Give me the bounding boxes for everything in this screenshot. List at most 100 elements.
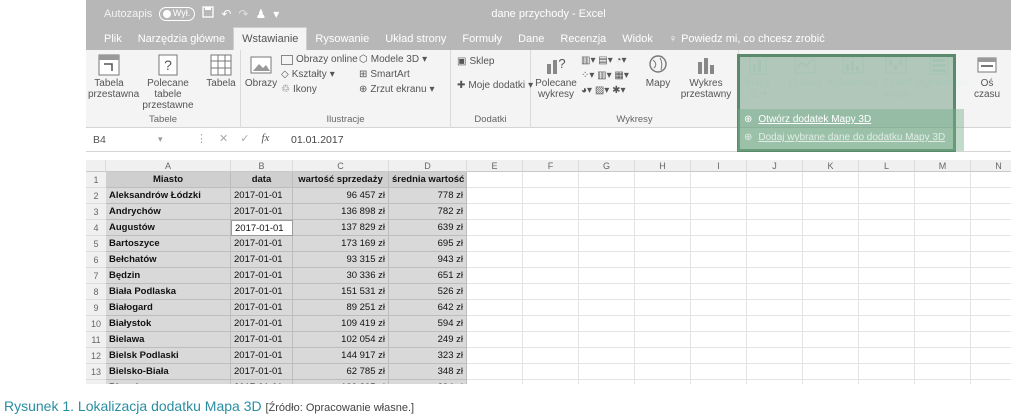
empty-cell[interactable] [859, 268, 915, 284]
table-cell[interactable]: 62 785 zł [293, 364, 389, 380]
empty-cell[interactable] [691, 348, 747, 364]
online-pictures-button[interactable]: Obrazy online [281, 54, 358, 65]
table-cell[interactable]: 639 zł [389, 220, 467, 236]
tab-insert[interactable]: Wstawianie [233, 27, 308, 50]
empty-cell[interactable] [635, 220, 691, 236]
empty-cell[interactable] [523, 380, 579, 384]
tab-draw[interactable]: Rysowanie [307, 33, 377, 50]
table-cell[interactable]: 2017-01-01 [231, 252, 293, 268]
empty-cell[interactable] [915, 364, 971, 380]
empty-cell[interactable] [523, 172, 579, 188]
row-header[interactable]: 12 [86, 348, 106, 364]
empty-cell[interactable] [859, 316, 915, 332]
empty-cell[interactable] [579, 380, 635, 384]
table-cell[interactable]: 2017-01-01 [231, 348, 293, 364]
header-cell[interactable]: data [231, 172, 293, 188]
empty-cell[interactable] [691, 364, 747, 380]
empty-cell[interactable] [579, 316, 635, 332]
row-header[interactable]: 14 [86, 380, 106, 384]
column-chart-button[interactable]: ▥▾ ▤▾ ◔▾ [581, 55, 627, 66]
empty-cell[interactable] [915, 300, 971, 316]
column-header-c[interactable]: C [293, 160, 389, 172]
empty-cell[interactable] [691, 284, 747, 300]
empty-cell[interactable] [691, 268, 747, 284]
table-cell[interactable]: 102 054 zł [293, 332, 389, 348]
table-cell[interactable]: Bełchatów [106, 252, 231, 268]
empty-cell[interactable] [467, 332, 523, 348]
empty-cell[interactable] [467, 220, 523, 236]
table-cell[interactable]: Bielsk Podlaski [106, 348, 231, 364]
empty-cell[interactable] [803, 236, 859, 252]
pie-chart-button[interactable]: ◕▾ ▨▾ ✱▾ [581, 85, 625, 96]
column-header-a[interactable]: A [106, 160, 231, 172]
table-cell[interactable]: 137 829 zł [293, 220, 389, 236]
empty-cell[interactable] [915, 252, 971, 268]
header-cell[interactable]: średnia wartość [389, 172, 467, 188]
recommended-pivot-button[interactable]: ? Polecane tabele przestawne [134, 54, 202, 111]
table-cell[interactable]: 93 315 zł [293, 252, 389, 268]
empty-cell[interactable] [579, 348, 635, 364]
empty-cell[interactable] [747, 268, 803, 284]
empty-cell[interactable] [635, 332, 691, 348]
empty-cell[interactable] [523, 236, 579, 252]
table-cell[interactable]: Bielsko-Biała [106, 364, 231, 380]
table-cell[interactable]: 2017-01-01 [231, 380, 293, 384]
column-header-e[interactable]: E [467, 160, 523, 172]
table-cell[interactable]: 173 169 zł [293, 236, 389, 252]
empty-cell[interactable] [747, 348, 803, 364]
table-cell[interactable]: 526 zł [389, 284, 467, 300]
empty-cell[interactable] [635, 316, 691, 332]
column-header-j[interactable]: J [747, 160, 803, 172]
empty-cell[interactable] [859, 204, 915, 220]
column-header-n[interactable]: N [971, 160, 1011, 172]
empty-cell[interactable] [579, 172, 635, 188]
table-cell[interactable]: 249 zł [389, 332, 467, 348]
empty-cell[interactable] [691, 252, 747, 268]
column-header-k[interactable]: K [803, 160, 859, 172]
empty-cell[interactable] [803, 188, 859, 204]
empty-cell[interactable] [859, 172, 915, 188]
empty-cell[interactable] [915, 204, 971, 220]
recommended-charts-button[interactable]: ? Polecane wykresy [535, 54, 577, 100]
empty-cell[interactable] [915, 348, 971, 364]
table-cell[interactable]: 323 zł [389, 348, 467, 364]
tab-view[interactable]: Widok [614, 33, 661, 50]
store-button[interactable]: ▣ Sklep [457, 56, 494, 67]
table-cell[interactable]: Aleksandrów Łódzki [106, 188, 231, 204]
empty-cell[interactable] [523, 284, 579, 300]
table-cell[interactable]: Bartoszyce [106, 236, 231, 252]
empty-cell[interactable] [803, 172, 859, 188]
column-header-l[interactable]: L [859, 160, 915, 172]
tell-me-search[interactable]: ♀ Powiedz mi, co chcesz zrobić [661, 33, 833, 50]
empty-cell[interactable] [635, 284, 691, 300]
smartart-button[interactable]: ⊞ SmartArt [359, 69, 410, 80]
table-cell[interactable]: Augustów [106, 220, 231, 236]
row-header[interactable]: 1 [86, 172, 106, 188]
empty-cell[interactable] [523, 204, 579, 220]
empty-cell[interactable] [523, 220, 579, 236]
empty-cell[interactable] [915, 316, 971, 332]
empty-cell[interactable] [971, 364, 1011, 380]
empty-cell[interactable] [691, 204, 747, 220]
empty-cell[interactable] [747, 316, 803, 332]
empty-cell[interactable] [747, 284, 803, 300]
row-header[interactable]: 11 [86, 332, 106, 348]
empty-cell[interactable] [859, 252, 915, 268]
table-cell[interactable]: Białogard [106, 300, 231, 316]
header-cell[interactable]: Miasto [106, 172, 231, 188]
empty-cell[interactable] [635, 268, 691, 284]
row-header[interactable]: 6 [86, 252, 106, 268]
empty-cell[interactable] [971, 268, 1011, 284]
empty-cell[interactable] [747, 236, 803, 252]
table-cell[interactable]: 2017-01-01 [231, 300, 293, 316]
row-header[interactable]: 10 [86, 316, 106, 332]
table-cell[interactable]: 151 531 zł [293, 284, 389, 300]
column-header-d[interactable]: D [389, 160, 467, 172]
table-cell[interactable]: Andrychów [106, 204, 231, 220]
tab-home[interactable]: Narzędzia główne [130, 33, 233, 50]
row-header[interactable]: 2 [86, 188, 106, 204]
empty-cell[interactable] [747, 188, 803, 204]
empty-cell[interactable] [915, 220, 971, 236]
empty-cell[interactable] [635, 364, 691, 380]
empty-cell[interactable] [467, 316, 523, 332]
